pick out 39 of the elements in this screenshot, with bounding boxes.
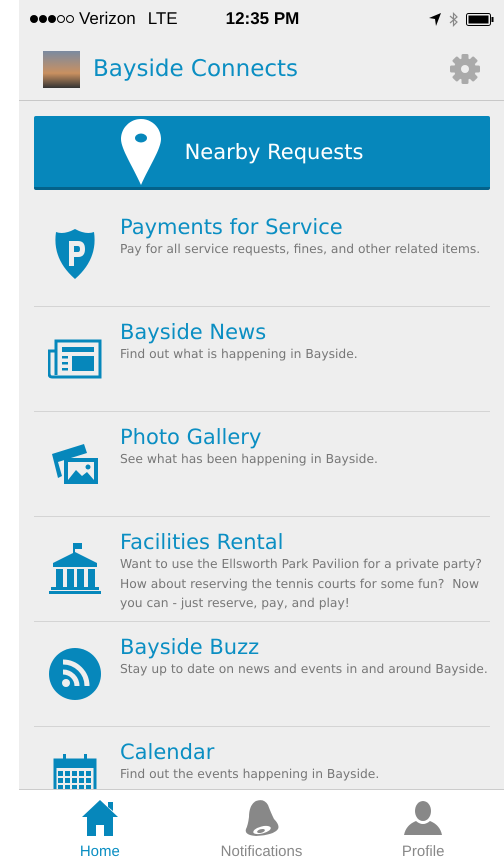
tab-bar-item[interactable]: Home <box>19 790 181 860</box>
menu-item[interactable]: Bayside News Find out what is happening in Bayside. <box>34 307 490 412</box>
tab-bar-item[interactable]: Notifications <box>180 790 342 860</box>
menu-item-title: Payments for Service <box>120 214 344 240</box>
menu-item-description: Find out what is happening in Bayside. <box>120 346 359 363</box>
menu-item-title: Facilities Rental <box>120 529 284 555</box>
tab-bar-item[interactable]: Profile <box>342 790 504 860</box>
newspaper-icon <box>48 339 102 379</box>
menu-item-title: Photo Gallery <box>120 424 262 450</box>
home-icon <box>80 799 119 837</box>
menu-item[interactable]: Payments for Service Pay for all service requests, fines, and other related items. <box>34 202 490 307</box>
menu-item-title: Bayside Buzz <box>120 634 260 660</box>
rss-icon <box>49 648 101 700</box>
status-time: 12:35 PM <box>226 9 300 29</box>
menu-item-description: Pay for all service requests, fines, and other related items. <box>120 241 482 258</box>
menu-item-description: Want to use the Ellsworth Park Pavilion for a private party? How about reserving the tennis courts for some fun? Now you can - just reserve, pay, and play! <box>120 556 483 612</box>
menu-item-description: Stay up to date on news and events in and around Bayside. <box>120 661 489 678</box>
photo-gallery-icon <box>50 442 100 486</box>
bell-icon <box>244 799 280 837</box>
location-arrow-icon <box>429 12 441 26</box>
app-title: Bayside Connects <box>93 56 298 82</box>
bluetooth-icon <box>449 12 458 26</box>
nearby-requests-button[interactable]: Nearby Requests <box>34 116 490 190</box>
menu-item[interactable]: Photo Gallery See what has been happening in Bayside. <box>34 412 490 517</box>
menu-item-description: See what has been happening in Bayside. <box>120 451 379 468</box>
carrier-name: Verizon <box>79 9 136 29</box>
network-type: LTE <box>148 9 178 29</box>
map-pin-icon <box>120 118 161 184</box>
signal-icon <box>29 14 75 24</box>
menu-item-title: Calendar <box>120 739 216 765</box>
menu-item[interactable]: Facilities Rental Want to use the Ellsworth Park Pavilion for a private party? How about reserving the tennis courts for some fun? Now you can - just reserve, pay, and play! <box>34 517 490 622</box>
menu-item[interactable]: Bayside Buzz Stay up to date on news and events in and around Bayside. <box>34 622 490 727</box>
calendar-icon <box>53 754 97 789</box>
person-icon <box>404 801 442 837</box>
menu-item-title: Bayside News <box>120 319 268 345</box>
menu-item-description: Find out the events happening in Bayside. <box>120 766 380 783</box>
building-icon <box>49 543 101 595</box>
logo-photo-placeholder <box>43 50 80 88</box>
battery-icon <box>466 12 494 26</box>
